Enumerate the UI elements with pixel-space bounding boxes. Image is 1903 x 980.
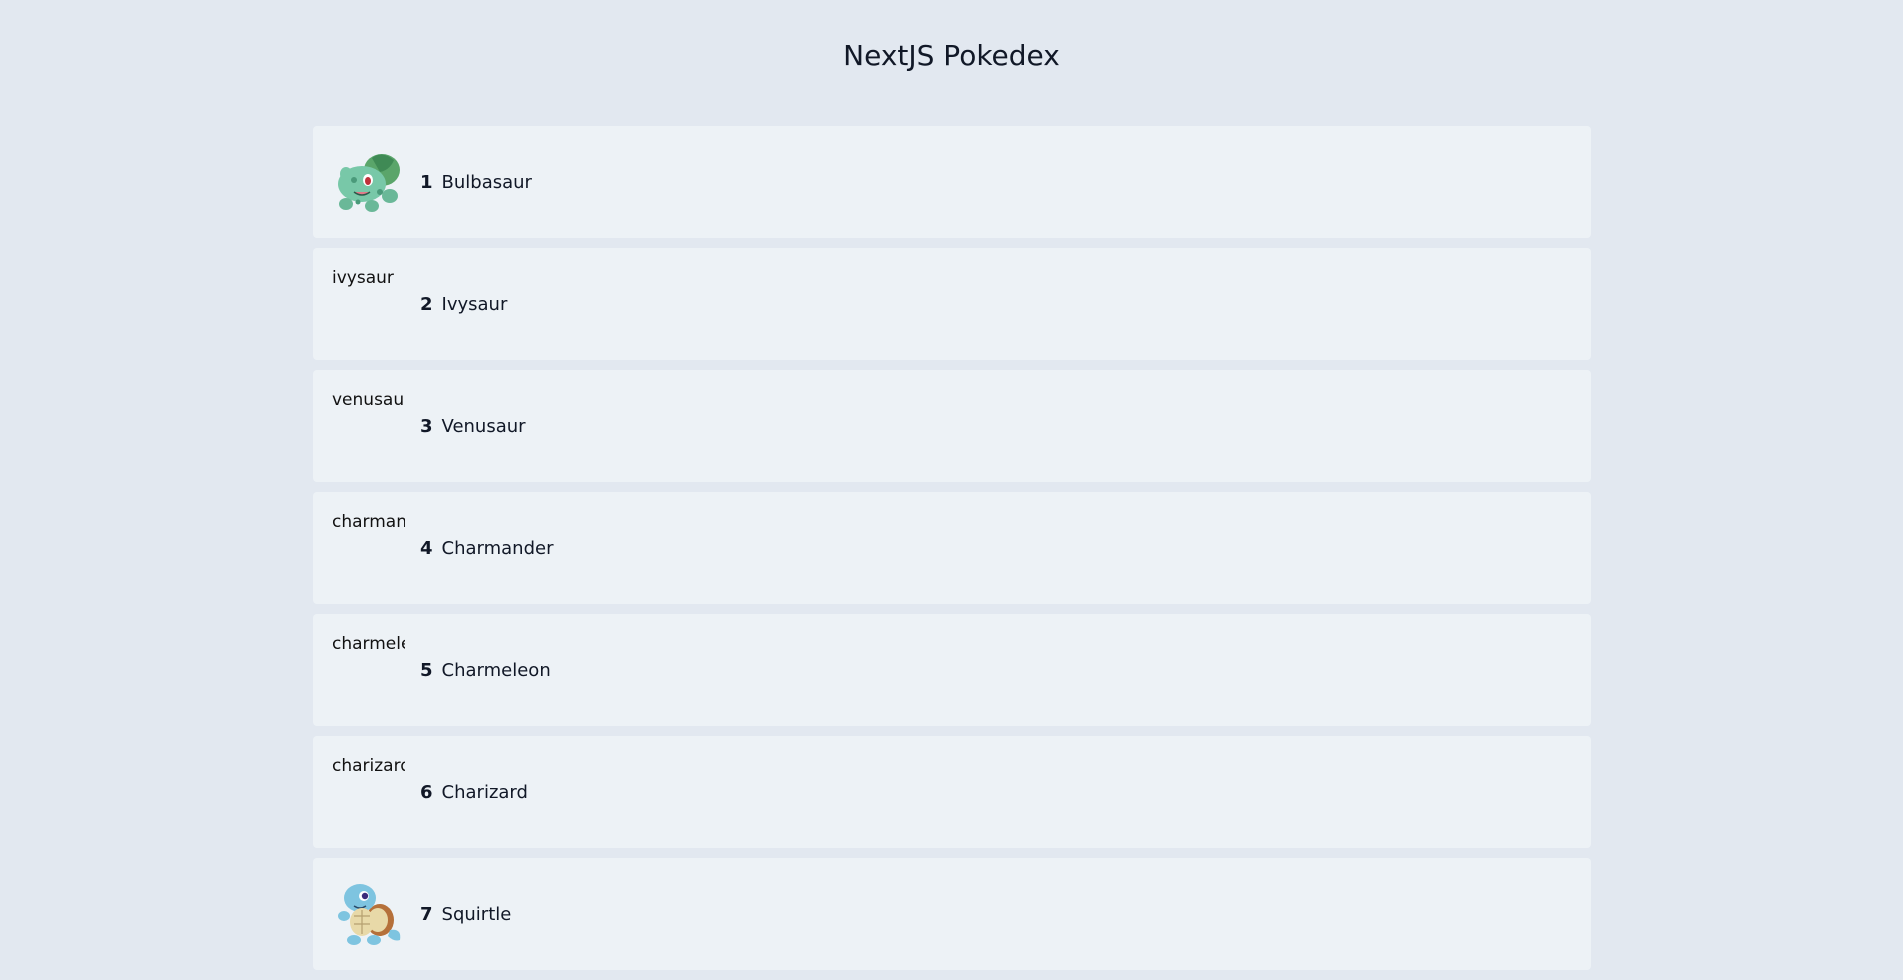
pokemon-info: 5 Charmeleon [420, 614, 551, 726]
pokemon-info: 3 Venusaur [420, 370, 526, 482]
pokemon-name: Charmander [441, 537, 554, 559]
pokemon-number: 2 [420, 293, 433, 315]
pokemon-number: 5 [420, 659, 433, 681]
pokemon-name: Venusaur [441, 415, 526, 437]
pokemon-number: 4 [420, 537, 433, 559]
pokemon-name: Ivysaur [441, 293, 508, 315]
pokemon-list: 1 Bulbasaur ivysaur 2 Ivysaur venusaur 3… [313, 126, 1591, 980]
pokemon-sprite-alt-text: ivysaur [332, 268, 394, 288]
pokemon-name: Charizard [441, 781, 528, 803]
pokemon-sprite-alt-text: venusaur [332, 390, 405, 410]
bulbasaur-sprite-icon [338, 154, 400, 212]
pokemon-card-charmander[interactable]: charmander 4 Charmander [313, 492, 1591, 604]
pokemon-number: 3 [420, 415, 433, 437]
pokemon-card-charmeleon[interactable]: charmeleon 5 Charmeleon [313, 614, 1591, 726]
page-title: NextJS Pokedex [843, 39, 1060, 72]
pokemon-number: 7 [420, 903, 433, 925]
pokemon-card-bulbasaur[interactable]: 1 Bulbasaur [313, 126, 1591, 238]
pokemon-name: Charmeleon [441, 659, 551, 681]
pokemon-sprite-alt-text: charizard [332, 756, 405, 776]
pokemon-card-charizard[interactable]: charizard 6 Charizard [313, 736, 1591, 848]
squirtle-sprite-icon [338, 884, 401, 945]
pokemon-info: 4 Charmander [420, 492, 554, 604]
pokemon-info: 6 Charizard [420, 736, 528, 848]
pokemon-sprite [332, 144, 405, 217]
pokemon-card-venusaur[interactable]: venusaur 3 Venusaur [313, 370, 1591, 482]
pokemon-card-ivysaur[interactable]: ivysaur 2 Ivysaur [313, 248, 1591, 360]
pokemon-name: Bulbasaur [441, 171, 532, 193]
pokemon-number: 6 [420, 781, 433, 803]
pokemon-info: 2 Ivysaur [420, 248, 507, 360]
pokemon-name: Squirtle [441, 903, 512, 925]
pokemon-card-squirtle[interactable]: 7 Squirtle [313, 858, 1591, 970]
pokemon-info: 1 Bulbasaur [420, 126, 532, 238]
pokemon-info: 7 Squirtle [420, 858, 511, 970]
pokemon-sprite-alt-text: charmeleon [332, 634, 405, 654]
pokemon-sprite-alt-text: charmander [332, 512, 405, 532]
pokemon-sprite [332, 876, 405, 949]
pokemon-number: 1 [420, 171, 433, 193]
